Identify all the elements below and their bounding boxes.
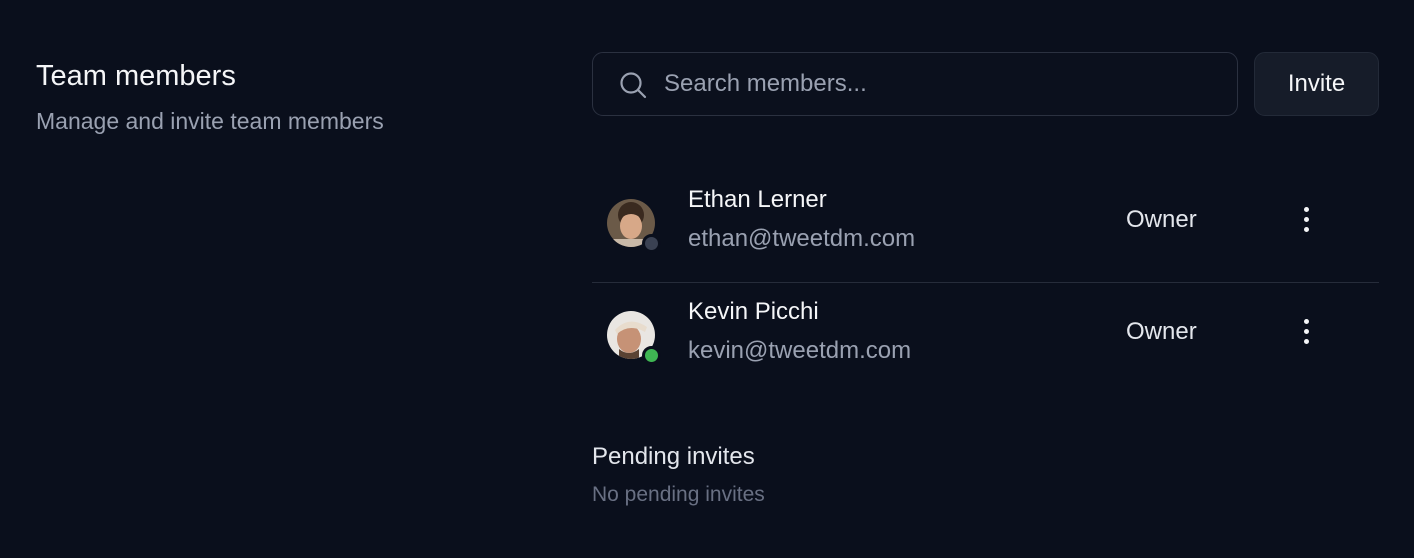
more-vertical-icon-dot: [1303, 216, 1309, 222]
more-options-button[interactable]: [1288, 311, 1324, 351]
member-name: Ethan Lerner: [688, 186, 827, 213]
pending-invites-section: Pending invites No pending invites: [592, 441, 1379, 509]
member-row: Ethan Lerner ethan@tweetdm.com Owner: [592, 171, 1379, 282]
section-header: Team members Manage and invite team memb…: [36, 56, 516, 136]
more-options-button[interactable]: [1288, 199, 1324, 239]
more-vertical-icon-dot: [1303, 318, 1309, 324]
section-subtitle: Manage and invite team members: [36, 108, 384, 134]
member-list: Ethan Lerner ethan@tweetdm.com Owner Kev…: [592, 171, 1379, 393]
avatar[interactable]: [607, 199, 661, 253]
more-vertical-icon-dot: [1303, 206, 1309, 212]
members-panel: Invite Ethan Lerner ethan@tweetdm.com Ow…: [592, 52, 1379, 509]
pending-invites-empty: No pending invites: [592, 483, 765, 506]
member-email: ethan@tweetdm.com: [688, 225, 916, 252]
invite-button[interactable]: Invite: [1254, 52, 1379, 116]
avatar[interactable]: [607, 311, 661, 365]
member-row: Kevin Picchi kevin@tweetdm.com Owner: [592, 282, 1379, 393]
more-vertical-icon-dot: [1303, 328, 1309, 334]
member-name: Kevin Picchi: [688, 298, 819, 325]
status-online-indicator: [642, 346, 661, 365]
more-vertical-icon-dot: [1303, 226, 1309, 232]
search-input[interactable]: [662, 63, 1206, 105]
member-role: Owner: [1126, 318, 1197, 345]
member-email: kevin@tweetdm.com: [688, 337, 912, 364]
pending-invites-title: Pending invites: [592, 443, 755, 470]
section-title: Team members: [36, 60, 236, 92]
member-role: Owner: [1126, 206, 1197, 233]
members-toolbar: Invite: [592, 52, 1379, 116]
status-offline-indicator: [642, 234, 661, 253]
more-vertical-icon-dot: [1303, 338, 1309, 344]
search-box[interactable]: [592, 52, 1238, 116]
search-icon: [620, 72, 647, 99]
